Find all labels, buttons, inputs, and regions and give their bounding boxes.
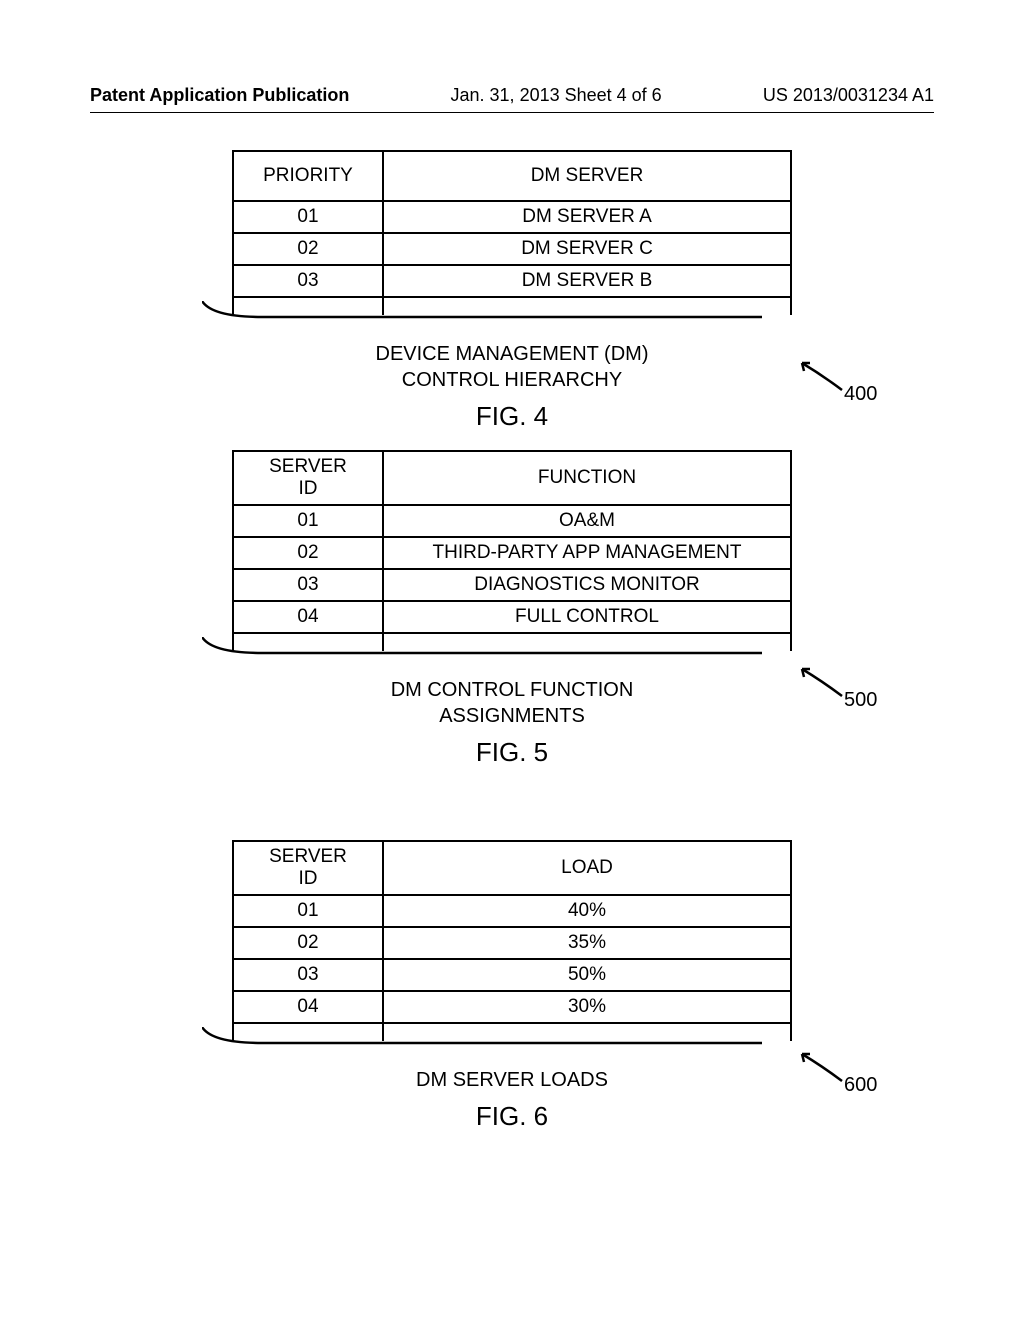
fig4-caption: DEVICE MANAGEMENT (DM) CONTROL HIERARCHY [232, 341, 792, 393]
table-row: 04 30% [233, 991, 791, 1023]
header-left-text: Patent Application Publication [90, 85, 349, 106]
table-row: 03 50% [233, 959, 791, 991]
fig6-th-serverid: SERVERID [233, 841, 383, 895]
fig5-caption: DM CONTROL FUNCTION ASSIGNMENTS [232, 677, 792, 729]
reference-arrow-icon: 400 [792, 355, 882, 405]
table-row: 01 DM SERVER A [233, 201, 791, 233]
fig6-caption: DM SERVER LOADS [232, 1067, 792, 1093]
table-row: 01 40% [233, 895, 791, 927]
table-row: 04 FULL CONTROL [233, 601, 791, 633]
fig5-table: SERVERID FUNCTION 01 OA&M 02 THIRD-PARTY… [232, 450, 792, 651]
fig4-ref-num: 400 [844, 383, 877, 405]
figure-5: SERVERID FUNCTION 01 OA&M 02 THIRD-PARTY… [232, 450, 792, 768]
fig6-label: FIG. 6 [232, 1101, 792, 1132]
fig4-th-priority: PRIORITY [233, 151, 383, 201]
reference-arrow-icon: 500 [792, 661, 882, 711]
table-row: 02 35% [233, 927, 791, 959]
table-row: 03 DIAGNOSTICS MONITOR [233, 569, 791, 601]
fig5-ref-num: 500 [844, 689, 877, 711]
reference-arrow-icon: 600 [792, 1046, 882, 1096]
table-row-empty [233, 297, 791, 315]
fig5-th-serverid: SERVERID [233, 451, 383, 505]
fig4-table: PRIORITY DM SERVER 01 DM SERVER A 02 DM … [232, 150, 792, 315]
figure-6: SERVERID LOAD 01 40% 02 35% 03 50% 04 30… [232, 840, 792, 1132]
fig5-label: FIG. 5 [232, 737, 792, 768]
table-row: 03 DM SERVER B [233, 265, 791, 297]
table-row-empty [233, 1023, 791, 1041]
fig5-th-function: FUNCTION [383, 451, 791, 505]
header-center-text: Jan. 31, 2013 Sheet 4 of 6 [451, 85, 662, 106]
table-row: 01 OA&M [233, 505, 791, 537]
fig6-th-load: LOAD [383, 841, 791, 895]
figure-4: PRIORITY DM SERVER 01 DM SERVER A 02 DM … [232, 150, 792, 432]
header-right-text: US 2013/0031234 A1 [763, 85, 934, 106]
fig6-ref-num: 600 [844, 1074, 877, 1096]
table-row: 02 THIRD-PARTY APP MANAGEMENT [233, 537, 791, 569]
fig4-th-dmserver: DM SERVER [383, 151, 791, 201]
fig4-label: FIG. 4 [232, 401, 792, 432]
fig6-table: SERVERID LOAD 01 40% 02 35% 03 50% 04 30… [232, 840, 792, 1041]
page-header: Patent Application Publication Jan. 31, … [90, 85, 934, 113]
table-row-empty [233, 633, 791, 651]
table-row: 02 DM SERVER C [233, 233, 791, 265]
